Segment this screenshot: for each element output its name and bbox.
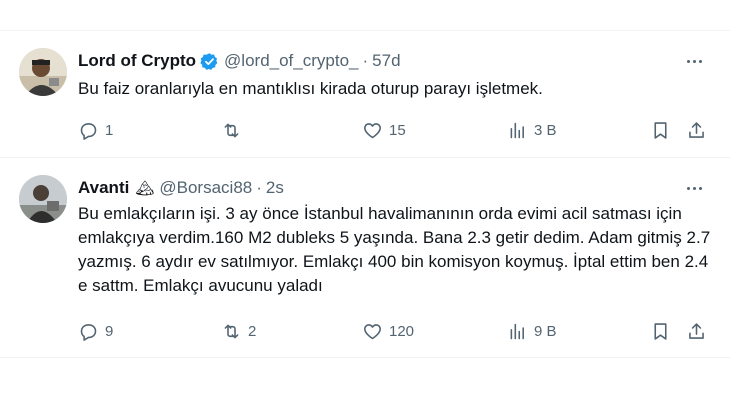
retweet-count: 2 xyxy=(248,322,257,340)
author-handle[interactable]: @Borsaci88 xyxy=(159,178,252,198)
share-button[interactable] xyxy=(686,319,707,343)
timeline: Lord of Crypto @lord_of_crypto_ · 57d Bu… xyxy=(0,0,730,362)
more-icon[interactable] xyxy=(684,180,704,196)
views-icon xyxy=(510,122,524,138)
reply-icon xyxy=(80,323,97,341)
bookmark-button[interactable] xyxy=(650,118,671,142)
tweet-actions: 9 2 120 9 B xyxy=(78,319,710,343)
like-icon xyxy=(364,323,381,339)
view-count: 9 B xyxy=(534,322,557,340)
tweet[interactable]: Avanti 🏔 @Borsaci88 · 2s Bu emlakçıların… xyxy=(0,158,730,358)
like-button[interactable]: 15 xyxy=(362,118,406,142)
like-count: 15 xyxy=(389,121,406,139)
tweet-header: Lord of Crypto @lord_of_crypto_ · 57d xyxy=(78,50,401,72)
retweet-button[interactable]: 2 xyxy=(221,319,256,343)
verified-badge-icon xyxy=(200,52,219,71)
reply-icon xyxy=(80,122,97,140)
tweet[interactable]: Lord of Crypto @lord_of_crypto_ · 57d Bu… xyxy=(0,30,730,158)
view-count: 3 B xyxy=(534,121,557,139)
share-button[interactable] xyxy=(686,118,707,142)
bookmark-button[interactable] xyxy=(650,319,671,343)
views-button[interactable]: 9 B xyxy=(507,319,557,343)
reply-count: 9 xyxy=(105,322,114,340)
reply-button[interactable]: 1 xyxy=(78,118,113,142)
separator: · xyxy=(362,51,369,70)
bookmark-icon xyxy=(654,322,667,340)
bookmark-icon xyxy=(654,121,667,139)
retweet-icon xyxy=(224,324,239,338)
author-name[interactable]: Lord of Crypto xyxy=(78,51,196,71)
like-count: 120 xyxy=(389,322,415,340)
like-button[interactable]: 120 xyxy=(362,319,414,343)
author-name[interactable]: Avanti xyxy=(78,178,129,198)
retweet-icon xyxy=(224,123,239,137)
share-icon xyxy=(689,322,704,339)
views-button[interactable]: 3 B xyxy=(507,118,557,142)
share-icon xyxy=(689,121,704,138)
emoji: 🏔 xyxy=(135,180,155,197)
avatar[interactable] xyxy=(19,175,67,223)
tweet-actions: 1 15 3 B xyxy=(78,118,710,142)
tweet-text: Bu faiz oranlarıyla en mantıklısı kirada… xyxy=(78,79,543,98)
separator: · xyxy=(256,178,262,197)
timestamp[interactable]: 2s xyxy=(266,178,284,198)
tweet-text: Bu emlakçıların işi. 3 ay önce İstanbul … xyxy=(78,204,711,295)
timestamp[interactable]: 57d xyxy=(372,51,400,71)
reply-count: 1 xyxy=(105,121,114,139)
like-icon xyxy=(364,122,381,138)
tweet-header: Avanti 🏔 @Borsaci88 · 2s xyxy=(78,177,284,199)
retweet-button[interactable] xyxy=(221,118,248,142)
views-icon xyxy=(510,323,524,339)
author-handle[interactable]: @lord_of_crypto_ xyxy=(224,51,358,71)
reply-button[interactable]: 9 xyxy=(78,319,113,343)
avatar[interactable] xyxy=(19,48,67,96)
more-icon[interactable] xyxy=(684,53,704,69)
